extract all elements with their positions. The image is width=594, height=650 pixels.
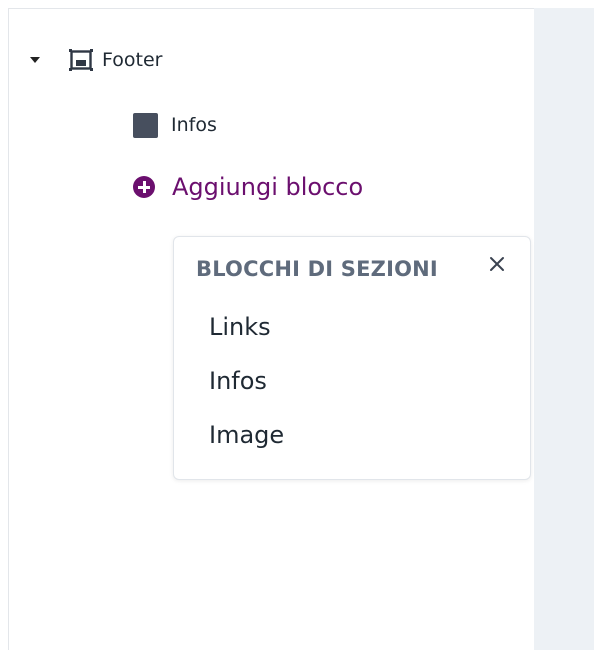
close-icon[interactable] bbox=[486, 253, 508, 275]
section-frame-icon bbox=[68, 47, 94, 73]
app-frame: Footer Infos Aggiungi blocco BLOCCHI DI … bbox=[0, 0, 594, 650]
square-block-icon bbox=[133, 112, 158, 138]
section-frame-icon-svg bbox=[69, 49, 93, 71]
block-option-links[interactable]: Links bbox=[174, 307, 530, 361]
tree-block-infos[interactable]: Infos bbox=[133, 112, 217, 138]
preview-pane bbox=[534, 8, 594, 650]
tree-section-footer[interactable]: Footer bbox=[30, 47, 162, 73]
plus-circle-icon bbox=[133, 176, 155, 198]
block-picker-popover: BLOCCHI DI SEZIONI Links Infos Image bbox=[173, 236, 531, 480]
block-label: Infos bbox=[171, 114, 217, 136]
caret-down-icon[interactable] bbox=[30, 57, 40, 63]
block-options-list: Links Infos Image bbox=[174, 313, 530, 469]
popover-title: BLOCCHI DI SEZIONI bbox=[196, 257, 438, 281]
add-block-button[interactable]: Aggiungi blocco bbox=[133, 172, 363, 202]
block-option-infos[interactable]: Infos bbox=[174, 361, 530, 415]
close-icon-svg[interactable] bbox=[486, 253, 508, 275]
block-option-image[interactable]: Image bbox=[174, 415, 530, 469]
add-block-label: Aggiungi blocco bbox=[172, 173, 364, 201]
section-label: Footer bbox=[102, 49, 163, 71]
